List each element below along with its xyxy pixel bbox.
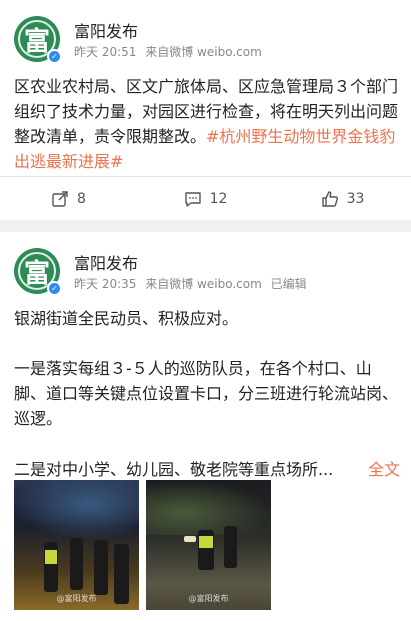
post-source: 来自微博 weibo.com — [145, 277, 262, 291]
post-photo-1[interactable]: @富阳发布 — [14, 480, 139, 610]
comment-count: 12 — [209, 190, 228, 207]
weibo-post-1: 富 ✓ 富阳发布 昨天 20:51 来自微博 weibo.com 区农业农村局、… — [0, 0, 411, 220]
repost-button[interactable]: 8 — [0, 177, 137, 220]
photo-watermark: @富阳发布 — [188, 594, 229, 603]
truncated-text: 二是对中小学、幼儿园、敬老院等重点场所... — [14, 460, 334, 479]
comment-button[interactable]: 12 — [137, 177, 274, 220]
avatar-glyph: 富 — [23, 258, 50, 289]
photo-watermark: @富阳发布 — [56, 594, 97, 603]
post-paragraph-3: 二是对中小学、幼儿园、敬老院等重点场所... 全文 — [14, 457, 400, 482]
verified-badge-icon: ✓ — [47, 281, 62, 296]
post-text: 区农业农村局、区文广旅体局、区应急管理局３个部门组织了技术力量，对园区进行检查，… — [14, 74, 400, 174]
full-text-link[interactable]: 全文 — [368, 457, 400, 482]
weibo-post-2: 富 ✓ 富阳发布 昨天 20:35 来自微博 weibo.com 已编辑 银湖街… — [0, 232, 411, 621]
repost-count: 8 — [77, 190, 86, 207]
like-icon — [321, 190, 338, 207]
post-source: 来自微博 weibo.com — [145, 45, 262, 59]
author-name[interactable]: 富阳发布 — [74, 250, 138, 274]
like-count: 33 — [346, 190, 365, 207]
post-photo-2[interactable]: @富阳发布 — [146, 480, 271, 610]
repost-icon — [52, 190, 68, 207]
verified-badge-icon: ✓ — [47, 49, 62, 64]
post-paragraph-1: 银湖街道全民动员、积极应对。 — [14, 309, 239, 328]
post-time: 昨天 20:35 — [74, 277, 137, 291]
post-paragraph-2: 一是落实每组３-５人的巡防队员，在各个村口、山脚、道口等关键点位设置卡口，分三班… — [14, 359, 399, 428]
comment-icon — [184, 191, 201, 207]
post-header: 富 ✓ 富阳发布 昨天 20:35 来自微博 weibo.com 已编辑 — [14, 248, 394, 296]
post-meta: 昨天 20:51 来自微博 weibo.com — [74, 43, 267, 60]
like-button[interactable]: 33 — [274, 177, 411, 220]
avatar-glyph: 富 — [23, 26, 50, 57]
post-actions: 8 12 33 — [0, 176, 411, 220]
post-header: 富 ✓ 富阳发布 昨天 20:51 来自微博 weibo.com — [14, 16, 394, 64]
edited-label: 已编辑 — [270, 277, 307, 291]
post-meta: 昨天 20:35 来自微博 weibo.com 已编辑 — [74, 275, 312, 292]
author-name[interactable]: 富阳发布 — [74, 18, 138, 42]
post-time: 昨天 20:51 — [74, 45, 137, 59]
